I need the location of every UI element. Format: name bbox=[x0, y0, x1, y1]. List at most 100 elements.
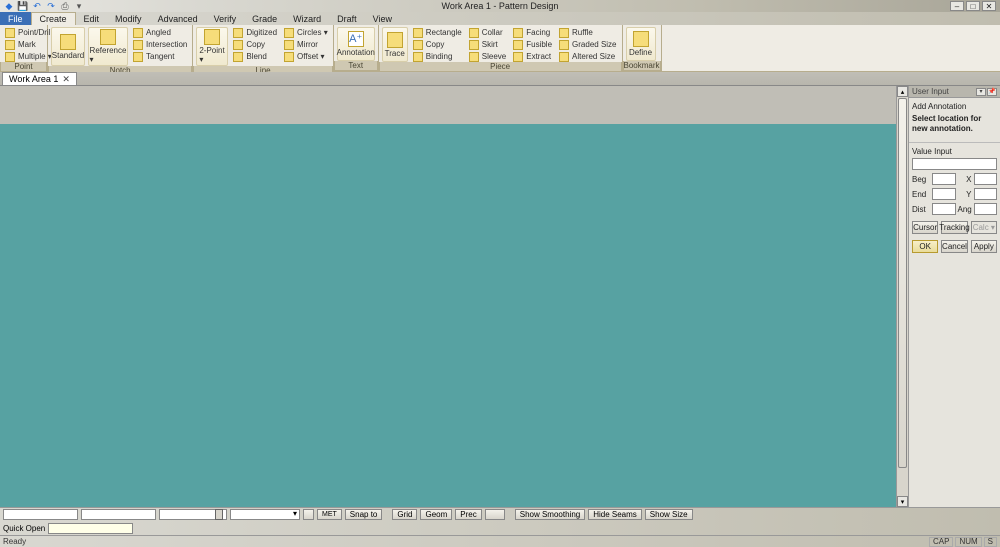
misc-toggle[interactable] bbox=[485, 509, 505, 520]
doc-tab-workarea1[interactable]: Work Area 1 ✕ bbox=[2, 72, 77, 85]
menu-grade[interactable]: Grade bbox=[244, 12, 285, 25]
extract-button[interactable]: Extract bbox=[511, 51, 554, 62]
define-icon bbox=[633, 31, 649, 47]
panel-dropdown-icon[interactable]: ▾ bbox=[976, 88, 986, 96]
menu-view[interactable]: View bbox=[365, 12, 400, 25]
main-row: ▴ ▾ User Input ▾ 📌 Add Annotation Select… bbox=[0, 86, 1000, 507]
vertical-scrollbar[interactable]: ▴ ▾ bbox=[896, 86, 908, 507]
mark-button[interactable]: Mark bbox=[3, 39, 54, 50]
menu-draft[interactable]: Draft bbox=[329, 12, 365, 25]
menu-edit[interactable]: Edit bbox=[76, 12, 108, 25]
fusible-label: Fusible bbox=[526, 40, 552, 49]
layer-dropdown[interactable] bbox=[230, 509, 300, 520]
prec-button[interactable]: Prec bbox=[455, 509, 481, 520]
scroll-thumb[interactable] bbox=[898, 98, 907, 468]
calc-button[interactable]: Calc ▾ bbox=[971, 221, 997, 234]
close-button[interactable]: ✕ bbox=[982, 1, 996, 11]
digitized-button[interactable]: Digitized bbox=[231, 27, 279, 38]
gradedsize-button[interactable]: Graded Size bbox=[557, 39, 618, 50]
piece-copy-icon bbox=[413, 40, 423, 50]
offset-button[interactable]: Offset ▾ bbox=[282, 51, 330, 62]
blend-button[interactable]: Blend bbox=[231, 51, 279, 62]
show-size-button[interactable]: Show Size bbox=[645, 509, 693, 520]
tangent-icon bbox=[133, 52, 143, 62]
rectangle-button[interactable]: Rectangle bbox=[411, 27, 464, 38]
y-input[interactable] bbox=[974, 188, 998, 200]
undo-icon[interactable]: ↶ bbox=[32, 1, 42, 11]
print-icon[interactable]: ⎙ bbox=[60, 1, 70, 11]
intersection-button[interactable]: Intersection bbox=[131, 39, 189, 50]
scroll-up-icon[interactable]: ▴ bbox=[897, 86, 908, 97]
valueinput-title: Value Input bbox=[912, 145, 997, 158]
panel-prompt-section: Add Annotation Select location for new a… bbox=[909, 98, 1000, 143]
zoom-slider[interactable] bbox=[159, 509, 227, 520]
binding-button[interactable]: Binding bbox=[411, 51, 464, 62]
unit-toggle-1[interactable] bbox=[303, 509, 314, 520]
panel-pin-icon[interactable]: 📌 bbox=[987, 88, 997, 96]
save-icon[interactable]: 💾 bbox=[18, 1, 28, 11]
user-input-panel: User Input ▾ 📌 Add Annotation Select loc… bbox=[908, 86, 1000, 507]
window-buttons: – □ ✕ bbox=[950, 1, 1000, 11]
twopoint-label: 2-Point ▾ bbox=[199, 46, 225, 64]
redo-icon[interactable]: ↷ bbox=[46, 1, 56, 11]
menu-file[interactable]: File bbox=[0, 12, 31, 25]
apply-button[interactable]: Apply bbox=[971, 240, 997, 253]
beg-input[interactable] bbox=[932, 173, 956, 185]
tangent-button[interactable]: Tangent bbox=[131, 51, 189, 62]
binding-label: Binding bbox=[426, 52, 453, 61]
skirt-button[interactable]: Skirt bbox=[467, 39, 508, 50]
trace-button[interactable]: Trace bbox=[382, 27, 408, 62]
menu-modify[interactable]: Modify bbox=[107, 12, 150, 25]
hide-seams-button[interactable]: Hide Seams bbox=[588, 509, 642, 520]
ang-input[interactable] bbox=[974, 203, 998, 215]
standard-button[interactable]: Standard bbox=[51, 27, 85, 66]
dist-input[interactable] bbox=[932, 203, 956, 215]
sleeve-icon bbox=[469, 52, 479, 62]
qat-dropdown-icon[interactable]: ▾ bbox=[74, 1, 84, 11]
digitized-icon bbox=[233, 28, 243, 38]
twopoint-button[interactable]: 2-Point ▾ bbox=[196, 27, 228, 66]
grid-button[interactable]: Grid bbox=[392, 509, 417, 520]
geom-button[interactable]: Geom bbox=[420, 509, 452, 520]
quickopen-input[interactable] bbox=[48, 523, 133, 534]
sleeve-button[interactable]: Sleeve bbox=[467, 51, 508, 62]
minimize-button[interactable]: – bbox=[950, 1, 964, 11]
pointdrill-button[interactable]: Point/Drill bbox=[3, 27, 54, 38]
ok-button[interactable]: OK bbox=[912, 240, 938, 253]
copy-button[interactable]: Copy bbox=[231, 39, 279, 50]
doc-tab-close-icon[interactable]: ✕ bbox=[62, 74, 70, 85]
slider-thumb[interactable] bbox=[215, 509, 223, 520]
fusible-button[interactable]: Fusible bbox=[511, 39, 554, 50]
value-input[interactable] bbox=[912, 158, 997, 170]
ruffle-label: Ruffle bbox=[572, 28, 593, 37]
canvas[interactable] bbox=[0, 124, 896, 507]
facing-button[interactable]: Facing bbox=[511, 27, 554, 38]
menu-verify[interactable]: Verify bbox=[206, 12, 245, 25]
mirror-button[interactable]: Mirror bbox=[282, 39, 330, 50]
ruffle-button[interactable]: Ruffle bbox=[557, 27, 618, 38]
cancel-button[interactable]: Cancel bbox=[941, 240, 967, 253]
scroll-down-icon[interactable]: ▾ bbox=[897, 496, 908, 507]
menu-create[interactable]: Create bbox=[31, 12, 76, 25]
multiple-button[interactable]: Multiple ▾ bbox=[3, 51, 54, 62]
x-input[interactable] bbox=[974, 173, 998, 185]
alteredsize-button[interactable]: Altered Size bbox=[557, 51, 618, 62]
menu-advanced[interactable]: Advanced bbox=[150, 12, 206, 25]
end-input[interactable] bbox=[932, 188, 956, 200]
snapto-button[interactable]: Snap to bbox=[345, 509, 383, 520]
define-button[interactable]: Define bbox=[626, 27, 656, 61]
angled-button[interactable]: Angled bbox=[131, 27, 189, 38]
circles-button[interactable]: Circles ▾ bbox=[282, 27, 330, 38]
cursor-button[interactable]: Cursor bbox=[912, 221, 938, 234]
show-smoothing-button[interactable]: Show Smoothing bbox=[515, 509, 585, 520]
annotation-button[interactable]: A⁺Annotation bbox=[337, 27, 375, 61]
tracking-button[interactable]: Tracking bbox=[941, 221, 967, 234]
menu-wizard[interactable]: Wizard bbox=[285, 12, 329, 25]
unit-met-button[interactable]: MET bbox=[317, 509, 342, 520]
piece-copy-button[interactable]: Copy bbox=[411, 39, 464, 50]
maximize-button[interactable]: □ bbox=[966, 1, 980, 11]
group-label-piece: Piece bbox=[379, 62, 622, 72]
collar-button[interactable]: Collar bbox=[467, 27, 508, 38]
ruffle-icon bbox=[559, 28, 569, 38]
reference-button[interactable]: Reference ▾ bbox=[88, 27, 128, 66]
